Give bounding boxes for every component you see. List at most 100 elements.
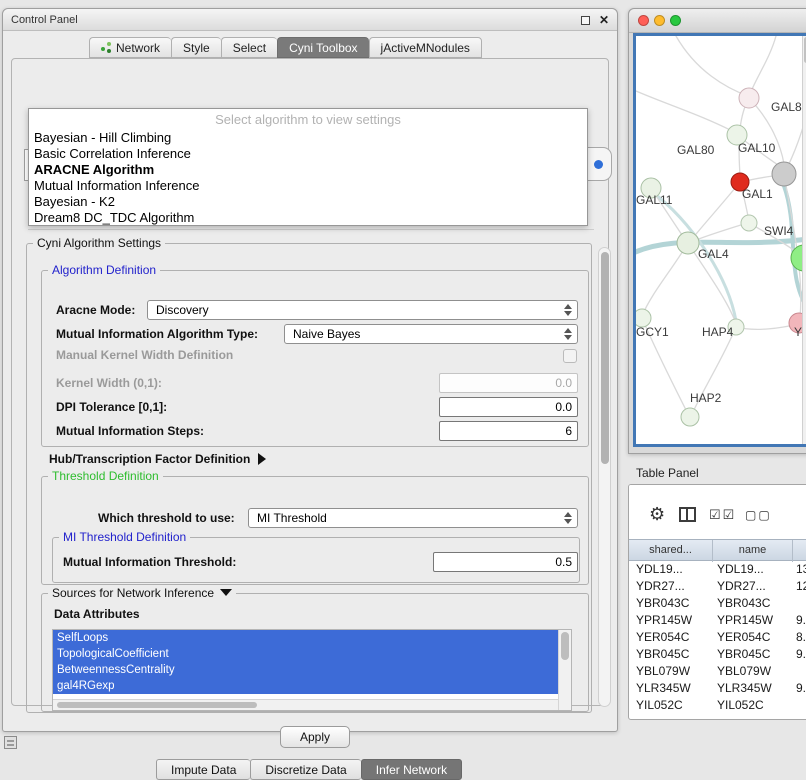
mi-threshold-group: MI Threshold Definition Mutual Informati… xyxy=(52,537,580,583)
minimize-traffic-light-icon[interactable] xyxy=(654,15,665,26)
column-selector-icon[interactable] xyxy=(679,507,696,522)
tab-jactivemnodules[interactable]: jActiveMNodules xyxy=(369,37,482,58)
mi-type-combobox[interactable]: Naive Bayes xyxy=(284,324,578,344)
float-window-icon[interactable] xyxy=(581,16,590,25)
node-label-hap2: HAP2 xyxy=(690,391,722,405)
apply-button[interactable]: Apply xyxy=(280,726,350,748)
column-header-shared-name[interactable]: shared... xyxy=(629,540,713,562)
tab-infer-network[interactable]: Infer Network xyxy=(361,759,462,780)
network-edge[interactable] xyxy=(642,243,688,316)
algorithm-popup-placeholder: Select algorithm to view settings xyxy=(29,109,587,130)
algorithm-option-basic-correlation-inference[interactable]: Basic Correlation Inference xyxy=(29,146,587,162)
manual-kernel-checkbox[interactable] xyxy=(563,349,577,363)
table-panel-window: ⚙ ☑☑ ▢▢ shared... name YDL19...YDL19...1… xyxy=(628,484,806,720)
table-cell xyxy=(793,595,806,612)
combo-arrows-icon xyxy=(564,512,572,524)
algorithm-option-bayesian-hill-climbing[interactable]: Bayesian - Hill Climbing xyxy=(29,130,587,146)
sources-group-title[interactable]: Sources for Network Inference xyxy=(48,586,236,600)
network-vertical-scrollbar[interactable] xyxy=(802,36,806,444)
network-view-window: GAL8GAL80GAL10GAL11GAL1SWI4GAL4GCY1HAP4Y… xyxy=(628,8,806,454)
table-row[interactable]: YDL19...YDL19...13 xyxy=(629,561,806,578)
node-label-gal80: GAL80 xyxy=(677,143,715,157)
mi-steps-field[interactable] xyxy=(439,421,578,441)
algorithm-select-popup: Select algorithm to view settings Bayesi… xyxy=(28,108,588,226)
settings-vertical-scrollbar[interactable] xyxy=(598,247,611,707)
table-cell xyxy=(793,663,806,680)
node-label-gal8: GAL8 xyxy=(771,100,802,114)
table-cell: YBR045C xyxy=(629,646,713,663)
node-label-gal1: GAL1 xyxy=(742,187,773,201)
network-node[interactable] xyxy=(741,215,757,231)
column-header-name[interactable]: name xyxy=(713,540,793,562)
kernel-width-field[interactable] xyxy=(439,373,578,393)
control-panel-titlebar[interactable]: Control Panel ✕ xyxy=(3,9,617,31)
node-label-y: Y xyxy=(794,325,802,339)
algorithm-option-dream8-dc-tdc-algorithm[interactable]: Dream8 DC_TDC Algorithm xyxy=(29,210,587,226)
table-row[interactable]: YIL052CYIL052C xyxy=(629,697,806,714)
network-node[interactable] xyxy=(772,162,796,186)
table-cell: YLR345W xyxy=(713,680,793,697)
attribute-item-betweennesscentrality[interactable]: BetweennessCentrality xyxy=(53,662,558,678)
gear-icon[interactable]: ⚙ xyxy=(649,505,665,523)
attribute-item-selfloops[interactable]: SelfLoops xyxy=(53,630,558,646)
tab-impute-data[interactable]: Impute Data xyxy=(156,759,250,780)
network-node[interactable] xyxy=(681,408,699,426)
mi-type-label: Mutual Information Algorithm Type: xyxy=(56,324,258,344)
tab-cyni-toolbox[interactable]: Cyni Toolbox xyxy=(277,37,368,58)
control-panel-tabs: NetworkStyleSelectCyni ToolboxjActiveMNo… xyxy=(89,37,482,58)
table-row[interactable]: YBR045CYBR045C9. xyxy=(629,646,806,663)
network-edge[interactable] xyxy=(636,91,736,133)
close-traffic-light-icon[interactable] xyxy=(638,15,649,26)
minimized-panel-icon[interactable] xyxy=(4,736,17,749)
column-header-extra[interactable] xyxy=(793,540,806,562)
table-cell: YDR27... xyxy=(713,578,793,595)
algorithm-option-mutual-information-inference[interactable]: Mutual Information Inference xyxy=(29,178,587,194)
zoom-traffic-light-icon[interactable] xyxy=(670,15,681,26)
expand-right-icon xyxy=(258,453,266,465)
table-row[interactable]: YBR043CYBR043C xyxy=(629,595,806,612)
select-all-icon[interactable]: ☑☑ xyxy=(709,507,736,523)
hub-definition-expander[interactable]: Hub/Transcription Factor Definition xyxy=(49,452,266,466)
table-cell: YLR345W xyxy=(629,680,713,697)
combo-arrows-icon xyxy=(564,304,572,316)
network-node[interactable] xyxy=(739,88,759,108)
attribute-list-horizontal-scrollbar[interactable] xyxy=(53,699,558,710)
aracne-mode-combobox[interactable]: Discovery xyxy=(147,300,578,320)
algorithm-option-bayesian-k2[interactable]: Bayesian - K2 xyxy=(29,194,587,210)
which-threshold-combobox[interactable]: MI Threshold xyxy=(248,508,578,528)
table-toolbar: ⚙ ☑☑ ▢▢ xyxy=(629,485,806,539)
network-edge[interactable] xyxy=(692,182,740,239)
deselect-all-icon[interactable]: ▢▢ xyxy=(745,508,772,522)
collapse-down-icon xyxy=(220,589,232,596)
tab-network[interactable]: Network xyxy=(89,37,171,58)
tab-style[interactable]: Style xyxy=(171,37,221,58)
network-window-titlebar[interactable] xyxy=(629,9,806,33)
table-cell: YBR043C xyxy=(629,595,713,612)
algorithm-definition-group: Algorithm Definition Aracne Mode: Discov… xyxy=(41,270,589,447)
dpi-tolerance-field[interactable] xyxy=(439,397,578,417)
algorithm-option-aracne-algorithm[interactable]: ARACNE Algorithm xyxy=(29,162,587,178)
network-edge[interactable] xyxy=(676,36,748,96)
attribute-list-vertical-scrollbar[interactable] xyxy=(558,630,571,710)
table-header: shared... name xyxy=(629,539,806,561)
attribute-item-topologicalcoefficient[interactable]: TopologicalCoefficient xyxy=(53,646,558,662)
hidden-groupbox-line xyxy=(28,229,594,230)
data-attributes-label: Data Attributes xyxy=(54,604,140,624)
data-attributes-list[interactable]: SelfLoopsTopologicalCoefficientBetweenne… xyxy=(52,629,572,711)
table-row[interactable]: YPR145WYPR145W9. xyxy=(629,612,806,629)
node-label-gal10: GAL10 xyxy=(738,141,776,155)
tab-select[interactable]: Select xyxy=(221,37,277,58)
table-row[interactable]: YER054CYER054C8. xyxy=(629,629,806,646)
network-edge[interactable] xyxy=(750,36,776,94)
table-row[interactable]: YLR345WYLR345W9. xyxy=(629,680,806,697)
attribute-item-gal4rgexp[interactable]: gal4RGexp xyxy=(53,678,558,694)
sources-title-text: Sources for Network Inference xyxy=(52,586,214,600)
table-row[interactable]: YBL079WYBL079W xyxy=(629,663,806,680)
table-row[interactable]: YDR27...YDR27...12 xyxy=(629,578,806,595)
mi-threshold-field[interactable] xyxy=(433,552,578,572)
tab-discretize-data[interactable]: Discretize Data xyxy=(250,759,360,780)
close-icon[interactable]: ✕ xyxy=(599,14,609,26)
network-node[interactable] xyxy=(677,232,699,254)
network-canvas[interactable]: GAL8GAL80GAL10GAL11GAL1SWI4GAL4GCY1HAP4Y… xyxy=(633,33,806,447)
table-cell: YDL19... xyxy=(713,561,793,578)
